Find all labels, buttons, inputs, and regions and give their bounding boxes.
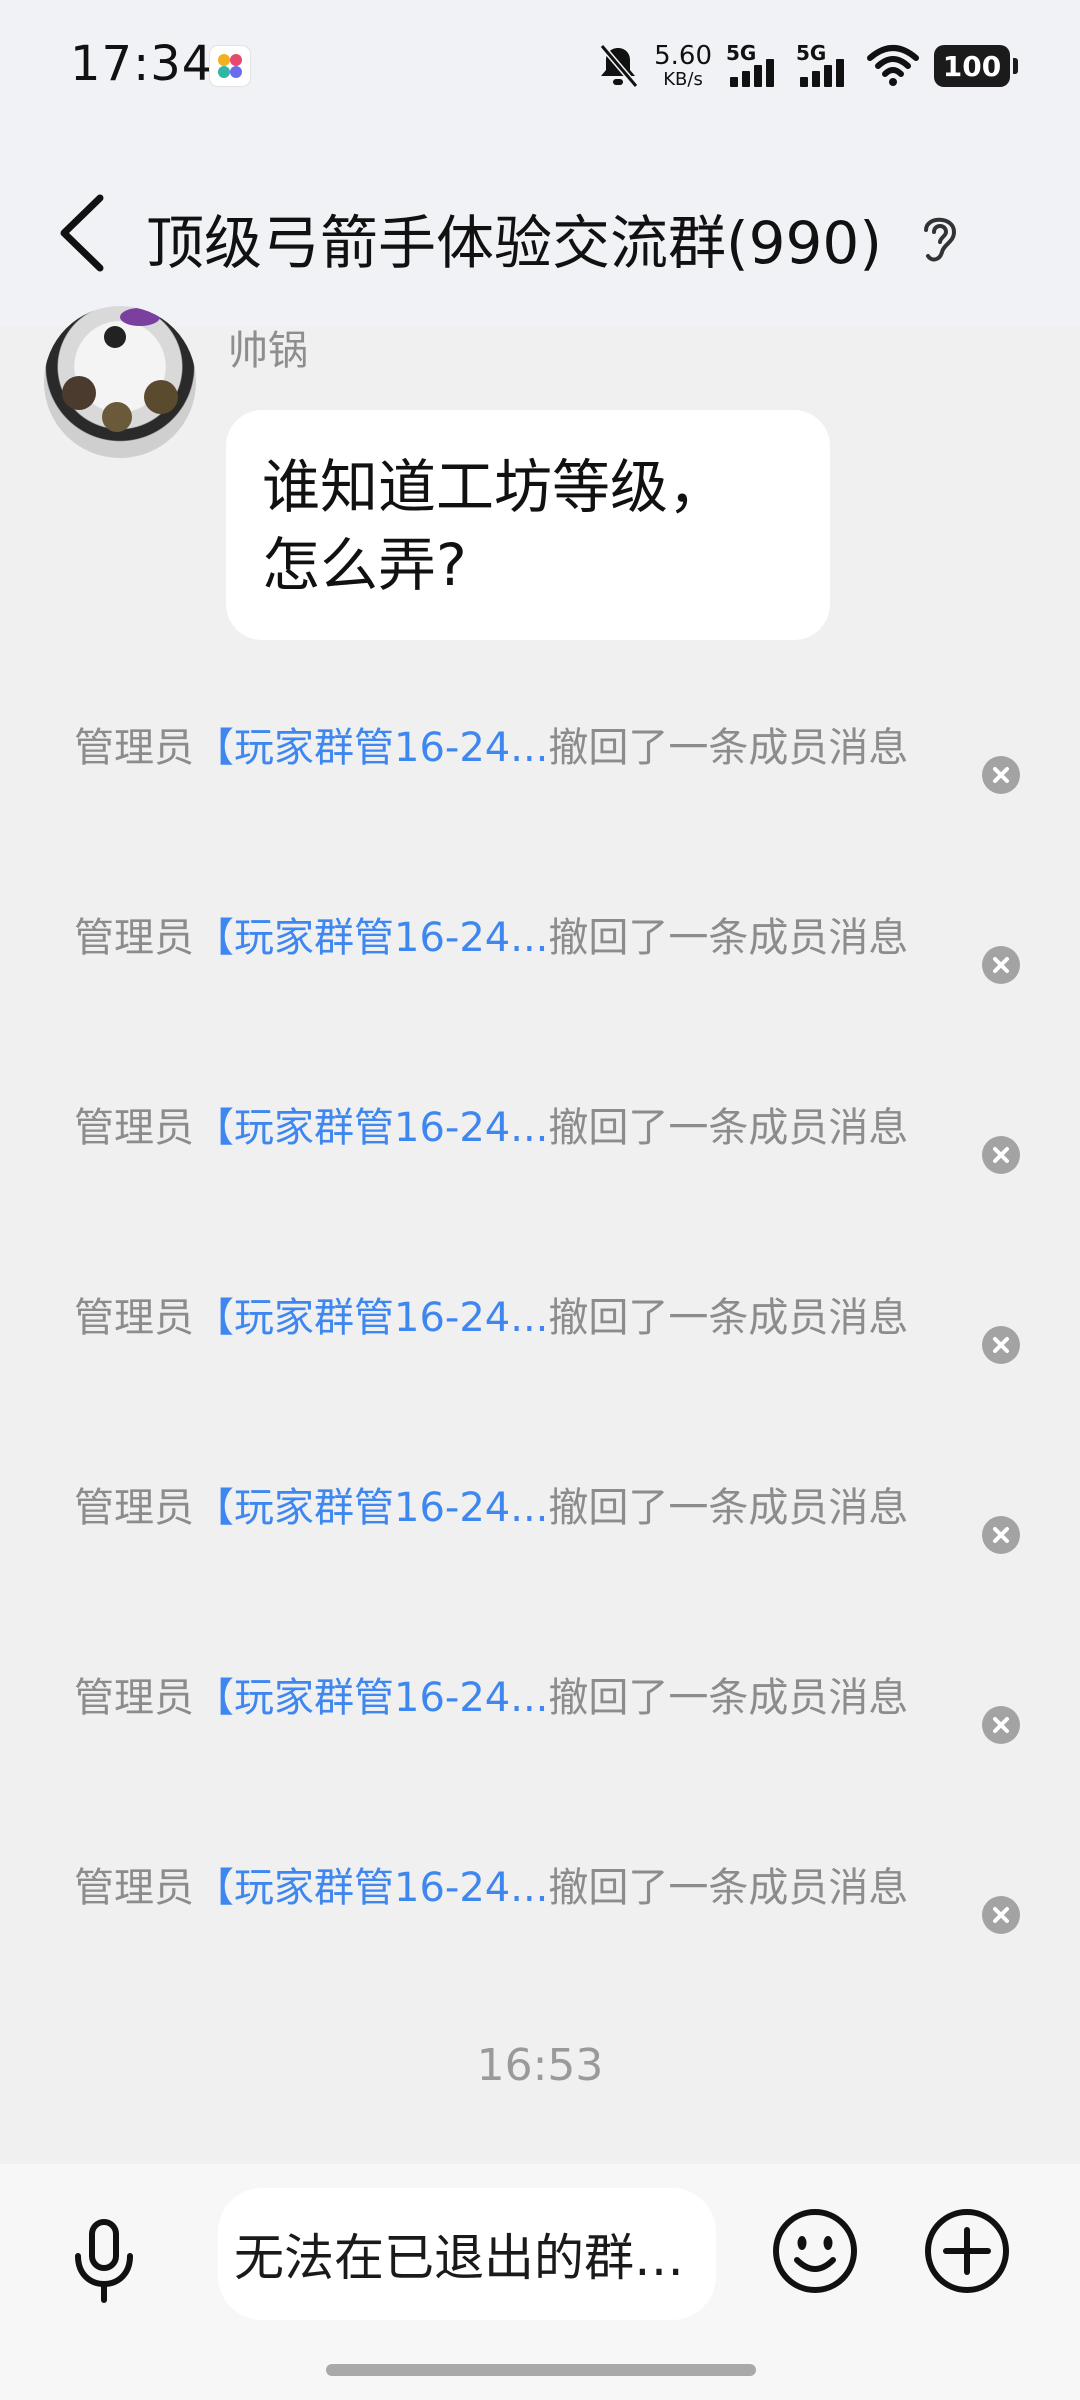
dismiss-notice-button[interactable] <box>982 1136 1020 1174</box>
status-icons: 5.60 KB/s 5G 5G 100 <box>596 36 1018 96</box>
admin-name-link[interactable]: 【玩家群管16-24... <box>194 1485 548 1531</box>
admin-name-link[interactable]: 【玩家群管16-24... <box>194 725 548 771</box>
avatar[interactable] <box>44 306 196 458</box>
message-text-line-2: 怎么弄? <box>262 531 467 599</box>
recall-notice-text: 管理员【玩家群管16-24...撤回了一条成员消息 <box>74 1292 944 1344</box>
more-actions-button[interactable] <box>924 2208 1010 2294</box>
admin-name-link[interactable]: 【玩家群管16-24... <box>194 1675 548 1721</box>
recall-notice-text: 管理员【玩家群管16-24...撤回了一条成员消息 <box>74 722 944 774</box>
dismiss-notice-button[interactable] <box>982 1706 1020 1744</box>
admin-name-link[interactable]: 【玩家群管16-24... <box>194 915 548 961</box>
recall-prefix: 管理员 <box>74 725 194 771</box>
recall-prefix: 管理员 <box>74 1675 194 1721</box>
recall-notice: 管理员【玩家群管16-24...撤回了一条成员消息 <box>74 1672 1034 1782</box>
recall-notice-text: 管理员【玩家群管16-24...撤回了一条成员消息 <box>74 1102 944 1154</box>
recall-notice: 管理员【玩家群管16-24...撤回了一条成员消息 <box>74 1862 1034 1972</box>
recall-notice-text: 管理员【玩家群管16-24...撤回了一条成员消息 <box>74 1862 944 1914</box>
app-indicator-icon <box>210 46 250 86</box>
status-bar: 17:34 5.60 KB/s 5G 5G 100 <box>0 0 1080 130</box>
dismiss-notice-button[interactable] <box>982 1326 1020 1364</box>
recall-notice-text: 管理员【玩家群管16-24...撤回了一条成员消息 <box>74 1672 944 1724</box>
signal-5g-2-icon: 5G <box>796 41 852 91</box>
close-icon <box>993 1337 1009 1353</box>
recall-prefix: 管理员 <box>74 1865 194 1911</box>
voice-input-button[interactable] <box>68 2216 140 2306</box>
battery-indicator: 100 <box>934 45 1018 87</box>
network-speed-unit: KB/s <box>663 69 703 90</box>
admin-name-link[interactable]: 【玩家群管16-24... <box>194 1295 548 1341</box>
signal-5g-1-icon: 5G <box>726 41 782 91</box>
message-input[interactable]: 无法在已退出的群… <box>218 2188 716 2320</box>
chat-header: 顶级弓箭手体验交流群(990) <box>0 130 1080 326</box>
wifi-icon <box>867 45 919 86</box>
dismiss-notice-button[interactable] <box>982 1896 1020 1934</box>
sender-name: 帅锅 <box>228 328 308 374</box>
recall-prefix: 管理员 <box>74 1485 194 1531</box>
recall-suffix: 撤回了一条成员消息 <box>548 725 909 771</box>
message-text-line-1: 谁知道工坊等级， <box>262 453 727 521</box>
close-icon <box>993 1147 1009 1163</box>
close-icon <box>993 1907 1009 1923</box>
recall-notice-text: 管理员【玩家群管16-24...撤回了一条成员消息 <box>74 912 944 964</box>
plus-circle-icon <box>925 2209 1009 2293</box>
network-speed: 5.60 KB/s <box>654 43 712 89</box>
close-icon <box>993 957 1009 973</box>
message-input-placeholder: 无法在已退出的群… <box>234 2229 684 2287</box>
close-icon <box>993 767 1009 783</box>
admin-name-link[interactable]: 【玩家群管16-24... <box>194 1105 548 1151</box>
status-time: 17:34 <box>70 36 214 92</box>
recall-notice: 管理员【玩家群管16-24...撤回了一条成员消息 <box>74 1102 1034 1212</box>
mute-bell-icon <box>599 44 639 88</box>
dismiss-notice-button[interactable] <box>982 946 1020 984</box>
dismiss-notice-button[interactable] <box>982 756 1020 794</box>
recall-notice-text: 管理员【玩家群管16-24...撤回了一条成员消息 <box>74 1482 944 1534</box>
admin-name-link[interactable]: 【玩家群管16-24... <box>194 1865 548 1911</box>
recall-notice: 管理员【玩家群管16-24...撤回了一条成员消息 <box>74 912 1034 1022</box>
ear-icon <box>924 217 957 262</box>
recall-notice: 管理员【玩家群管16-24...撤回了一条成员消息 <box>74 1482 1034 1592</box>
recall-prefix: 管理员 <box>74 1105 194 1151</box>
recall-suffix: 撤回了一条成员消息 <box>548 1865 909 1911</box>
recall-suffix: 撤回了一条成员消息 <box>548 1675 909 1721</box>
earpiece-mode-button[interactable] <box>912 206 968 270</box>
recall-notice: 管理员【玩家群管16-24...撤回了一条成员消息 <box>74 722 1034 832</box>
recall-suffix: 撤回了一条成员消息 <box>548 915 909 961</box>
microphone-icon <box>75 2219 133 2303</box>
recall-suffix: 撤回了一条成员消息 <box>548 1105 909 1151</box>
close-icon <box>993 1717 1009 1733</box>
recall-prefix: 管理员 <box>74 915 194 961</box>
emoji-button[interactable] <box>772 2208 858 2294</box>
close-icon <box>993 1527 1009 1543</box>
recall-suffix: 撤回了一条成员消息 <box>548 1485 909 1531</box>
chat-title: 顶级弓箭手体验交流群(990) <box>146 209 882 277</box>
emoji-icon <box>773 2209 857 2293</box>
home-indicator[interactable] <box>326 2364 756 2376</box>
back-button[interactable] <box>48 188 128 278</box>
recall-suffix: 撤回了一条成员消息 <box>548 1295 909 1341</box>
recall-notice: 管理员【玩家群管16-24...撤回了一条成员消息 <box>74 1292 1034 1402</box>
dismiss-notice-button[interactable] <box>982 1516 1020 1554</box>
network-speed-value: 5.60 <box>654 41 712 71</box>
recall-prefix: 管理员 <box>74 1295 194 1341</box>
chevron-left-icon <box>60 194 104 272</box>
time-divider: 16:53 <box>476 2040 604 2091</box>
message-bubble[interactable]: 谁知道工坊等级， 怎么弄? <box>226 410 830 640</box>
